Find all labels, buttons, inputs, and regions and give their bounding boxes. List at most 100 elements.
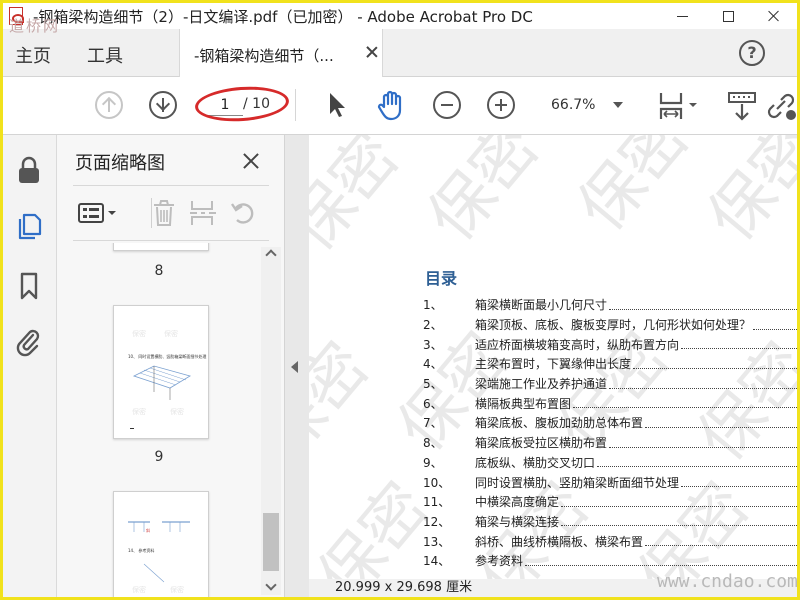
select-cursor-icon[interactable] [325, 91, 349, 119]
previous-page-button[interactable] [95, 91, 123, 119]
close-panel-icon[interactable] [243, 153, 259, 169]
toc-leader [561, 516, 797, 527]
toc-text: 参考资料 [475, 554, 524, 569]
toc-entry[interactable]: 9、 底板纵、横肋交叉切口 [421, 453, 797, 473]
next-page-button[interactable] [149, 91, 177, 119]
svg-text:10、 同时设置横肋、竖肋箱梁断面细节处理: 10、 同时设置横肋、竖肋箱梁断面细节处理 [128, 353, 206, 359]
table-of-contents: 1、 箱梁横断面最小几何尺寸 2、 箱梁顶板、底板、腹板变厚时，几何形状如何处理？ … [421, 295, 797, 571]
toc-entry[interactable]: 10、 同时设置横肋、竖肋箱梁断面细节处理 [421, 472, 797, 492]
toc-entry[interactable]: 1、 箱梁横断面最小几何尺寸 [421, 295, 797, 315]
delete-page-icon[interactable] [151, 198, 177, 228]
window-title: -钢箱梁构造细节（2）-日文编译.pdf（已加密） - Adobe Acroba… [33, 7, 533, 26]
toc-number: 1、 [423, 298, 443, 313]
main-toolbar: 1 / 10 66.7% [3, 77, 797, 135]
fit-page-icon[interactable] [657, 89, 701, 123]
maximize-button[interactable] [705, 3, 751, 29]
toc-leader [681, 339, 797, 350]
rotate-page-icon[interactable] [229, 198, 259, 228]
toc-title: 目录 [425, 269, 458, 288]
minimize-button[interactable] [659, 3, 705, 29]
toc-entry[interactable]: 8、 箱梁底板受拉区横肋布置 [421, 433, 797, 453]
toc-text: 箱梁与横梁连接 [475, 514, 560, 529]
thumbnail-page-9[interactable]: 10、 同时设置横肋、竖肋箱梁断面细节处理 保密 保密 保密 保密 [113, 305, 209, 439]
toc-number: 11、 [423, 495, 451, 510]
scrollbar-thumb[interactable] [263, 513, 279, 571]
toc-entry[interactable]: 5、 梁端施工作业及养护通道 [421, 374, 797, 394]
toc-entry[interactable]: 2、 箱梁顶板、底板、腹板变厚时，几何形状如何处理？ [421, 315, 797, 335]
options-menu-icon[interactable] [77, 198, 121, 228]
scroll-up-icon[interactable] [265, 249, 277, 261]
toc-text: 梁端施工作业及养护通道 [475, 377, 608, 392]
nav-home-tab[interactable]: 主页 [15, 42, 51, 68]
zoom-out-button[interactable] [433, 91, 461, 119]
minimize-icon [676, 15, 688, 17]
left-navigation-rail [3, 135, 57, 597]
toc-leader [645, 536, 797, 547]
scroll-mode-icon[interactable] [725, 89, 759, 123]
attachment-icon[interactable] [15, 327, 43, 357]
toc-leader [753, 320, 797, 330]
thumbnail-scrollbar[interactable] [261, 247, 281, 595]
page-thumbnails-panel: 页面缩略图 8 10、 同时设置横肋、竖肋箱梁断面细节处理 保密 保密 保密 保… [57, 135, 285, 597]
document-viewport[interactable]: 保密 保密 保密 保密 保密 保密 保密 保密 保密 保密 保密 目录 1、 箱梁… [285, 135, 797, 597]
lock-icon[interactable] [15, 155, 43, 185]
insert-page-icon[interactable] [189, 198, 217, 228]
svg-text:保密: 保密 [309, 330, 384, 476]
close-tab-icon[interactable] [366, 46, 378, 58]
toc-text: 斜桥、曲线桥横隔板、横梁布置 [475, 534, 644, 549]
document-page: 保密 保密 保密 保密 保密 保密 保密 保密 保密 保密 保密 目录 1、 箱梁… [309, 135, 797, 579]
toc-text: 主梁布置时，下翼缘伸出长度 [475, 357, 632, 372]
page-thumbnails-icon[interactable] [15, 211, 43, 241]
thumbnail-list[interactable]: 8 10、 同时设置横肋、竖肋箱梁断面细节处理 保密 保密 保密 保密 9 斜 … [57, 243, 285, 597]
toc-leader [609, 438, 797, 448]
red-annotation-ellipse [193, 83, 291, 125]
thumbnail-page-10[interactable]: 斜 14、 参考资料 保密 保密 [113, 491, 209, 597]
toc-entry[interactable]: 12、 箱梁与横梁连接 [421, 512, 797, 532]
window-controls [659, 3, 797, 29]
toc-entry[interactable]: 6、 横隔板典型布置图 [421, 393, 797, 413]
toc-leader [597, 457, 797, 468]
app-window: -钢箱梁构造细节（2）-日文编译.pdf（已加密） - Adobe Acroba… [0, 0, 800, 600]
svg-text:保密: 保密 [164, 329, 178, 338]
thumbnail-page-8[interactable] [113, 243, 209, 251]
toc-entry[interactable]: 13、 斜桥、曲线桥横隔板、横梁布置 [421, 531, 797, 551]
toc-number: 8、 [423, 436, 443, 451]
toc-number: 5、 [423, 377, 443, 392]
toc-number: 9、 [423, 455, 443, 470]
thumbnail-preview: 斜 14、 参考资料 保密 保密 [128, 521, 190, 594]
toc-entry[interactable]: 7、 箱梁底板、腹板加劲肋总体布置 [421, 413, 797, 433]
toc-leader [561, 497, 797, 507]
toc-leader [633, 359, 797, 369]
toc-entry[interactable]: 11、 中横梁高度确定 [421, 492, 797, 512]
zoom-in-button[interactable] [487, 91, 515, 119]
toc-number: 10、 [423, 475, 451, 490]
toc-entry[interactable]: 14、 参考资料 [421, 551, 797, 571]
toc-text: 箱梁横断面最小几何尺寸 [475, 298, 608, 313]
thumbnail-number: 8 [154, 263, 164, 279]
share-link-icon[interactable] [765, 89, 797, 123]
toc-leader [609, 379, 797, 389]
svg-text:保密: 保密 [132, 407, 146, 416]
toc-entry[interactable]: 4、 主梁布置时，下翼缘伸出长度 [421, 354, 797, 374]
svg-text:保密: 保密 [695, 135, 797, 255]
zoom-dropdown-icon[interactable] [613, 102, 623, 108]
svg-text:保密: 保密 [415, 135, 554, 255]
toc-number: 6、 [423, 396, 443, 411]
document-tab-label: -钢箱梁构造细节（... [194, 47, 334, 65]
hand-tool-icon[interactable] [375, 89, 409, 121]
toc-text: 底板纵、横肋交叉切口 [475, 455, 596, 470]
bookmark-icon[interactable] [15, 271, 43, 301]
nav-tools-tab[interactable]: 工具 [87, 42, 123, 68]
svg-text:保密: 保密 [170, 407, 184, 416]
close-window-button[interactable] [751, 3, 797, 29]
scroll-down-icon[interactable] [265, 579, 277, 591]
help-icon[interactable]: ? [739, 40, 765, 66]
toc-number: 7、 [423, 416, 443, 431]
collapse-panel-icon[interactable] [291, 361, 298, 373]
maximize-icon [722, 10, 734, 22]
document-tab[interactable]: -钢箱梁构造细节（... [179, 29, 383, 77]
toc-text: 箱梁顶板、底板、腹板变厚时，几何形状如何处理？ [475, 318, 752, 333]
svg-text:保密: 保密 [565, 135, 704, 245]
toc-entry[interactable]: 3、 适应桥面横坡箱变高时，纵肋布置方向 [421, 334, 797, 354]
toc-text: 适应桥面横坡箱变高时，纵肋布置方向 [475, 337, 680, 352]
